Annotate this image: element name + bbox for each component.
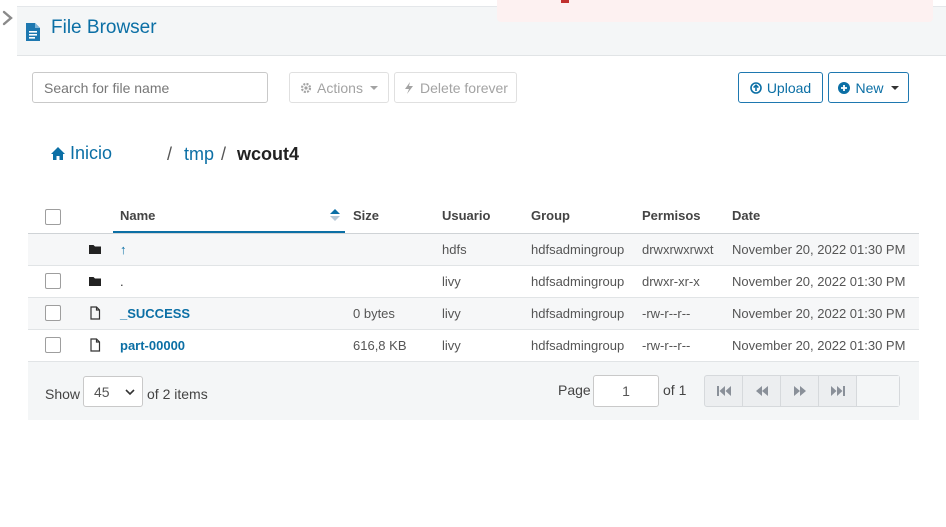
upload-arrow-icon bbox=[750, 81, 762, 94]
expand-chevron-icon[interactable] bbox=[1, 9, 15, 27]
column-date[interactable]: Date bbox=[732, 208, 760, 223]
table-row[interactable]: . livy hdfsadmingroup drwxr-xr-x Novembe… bbox=[28, 266, 919, 298]
upload-button[interactable]: Upload bbox=[738, 72, 823, 103]
previous-page-button[interactable] bbox=[743, 376, 781, 406]
pagination-bar: Show 45 of 2 items Page 1 of 1 bbox=[28, 362, 919, 420]
file-icon bbox=[90, 338, 101, 352]
sort-ascending-icon[interactable] bbox=[330, 209, 340, 221]
page-size-value: 45 bbox=[94, 383, 110, 400]
table-row[interactable]: part-00000 616,8 KB livy hdfsadmingroup … bbox=[28, 330, 919, 362]
column-size[interactable]: Size bbox=[353, 208, 379, 223]
column-permissions[interactable]: Permisos bbox=[642, 208, 701, 223]
column-user[interactable]: Usuario bbox=[442, 208, 490, 223]
file-size: 0 bytes bbox=[353, 306, 395, 321]
column-name[interactable]: Name bbox=[120, 208, 155, 223]
pager-spacer bbox=[857, 376, 899, 406]
page-label: Page bbox=[558, 382, 591, 398]
file-user: livy bbox=[442, 338, 461, 353]
page-number-input[interactable]: 1 bbox=[593, 375, 659, 407]
file-permissions: -rw-r--r-- bbox=[642, 338, 691, 353]
file-date: November 20, 2022 01:30 PM bbox=[732, 306, 906, 321]
file-user: hdfs bbox=[442, 242, 467, 257]
next-page-button[interactable] bbox=[781, 376, 819, 406]
file-size: 616,8 KB bbox=[353, 338, 407, 353]
file-group: hdfsadmingroup bbox=[531, 242, 625, 257]
breadcrumb-home-label: Inicio bbox=[70, 143, 113, 163]
sort-indicator-bar bbox=[113, 231, 345, 233]
delete-forever-label: Delete forever bbox=[420, 79, 508, 96]
items-count: of 2 items bbox=[147, 386, 208, 402]
row-checkbox[interactable] bbox=[45, 273, 61, 289]
select-all-checkbox[interactable] bbox=[45, 209, 61, 225]
breadcrumb-home[interactable]: Inicio bbox=[50, 143, 112, 164]
chevron-down-icon bbox=[890, 85, 899, 90]
file-name-link[interactable]: part-00000 bbox=[120, 338, 185, 353]
pager-buttons bbox=[704, 375, 900, 407]
page-number-value: 1 bbox=[622, 383, 630, 399]
file-date: November 20, 2022 01:30 PM bbox=[732, 242, 906, 257]
file-name-link[interactable]: _SUCCESS bbox=[120, 306, 190, 321]
row-checkbox[interactable] bbox=[45, 305, 61, 321]
file-document-icon bbox=[26, 23, 40, 41]
last-page-button[interactable] bbox=[819, 376, 857, 406]
show-label: Show bbox=[45, 386, 81, 402]
file-name-link[interactable]: . bbox=[120, 274, 124, 289]
page-size-select[interactable]: 45 bbox=[83, 376, 143, 407]
home-icon bbox=[51, 147, 65, 160]
file-icon bbox=[90, 306, 101, 320]
rewind-icon bbox=[755, 386, 768, 396]
actions-button[interactable]: Actions bbox=[289, 72, 389, 103]
chevron-down-icon bbox=[125, 389, 135, 396]
breadcrumb-separator: / bbox=[167, 144, 173, 164]
folder-icon bbox=[89, 245, 101, 254]
first-page-icon bbox=[716, 386, 731, 396]
file-group: hdfsadmingroup bbox=[531, 274, 625, 289]
fast-forward-icon bbox=[793, 386, 806, 396]
file-group: hdfsadmingroup bbox=[531, 306, 625, 321]
file-group: hdfsadmingroup bbox=[531, 338, 625, 353]
breadcrumb-separator: / bbox=[221, 144, 227, 164]
file-name-link[interactable]: ↑ bbox=[120, 242, 127, 257]
file-user: livy bbox=[442, 274, 461, 289]
file-user: livy bbox=[442, 306, 461, 321]
page-count: of 1 bbox=[663, 382, 687, 398]
notification-banner bbox=[497, 0, 933, 22]
column-group[interactable]: Group bbox=[531, 208, 570, 223]
file-table: Name Size Usuario Group Permisos Date ↑ … bbox=[28, 200, 919, 362]
folder-icon bbox=[89, 277, 101, 286]
table-row[interactable]: _SUCCESS 0 bytes livy hdfsadmingroup -rw… bbox=[28, 298, 919, 330]
breadcrumb-folder[interactable]: tmp bbox=[184, 144, 214, 165]
file-date: November 20, 2022 01:30 PM bbox=[732, 338, 906, 353]
gear-icon bbox=[300, 82, 312, 93]
plus-circle-icon bbox=[838, 81, 851, 94]
search-input[interactable] bbox=[32, 72, 268, 103]
table-header: Name Size Usuario Group Permisos Date bbox=[28, 200, 919, 234]
first-page-button[interactable] bbox=[705, 376, 743, 406]
page-title: File Browser bbox=[51, 17, 157, 38]
file-permissions: drwxrwxrwxt bbox=[642, 242, 714, 257]
new-button[interactable]: New bbox=[828, 72, 909, 103]
last-page-icon bbox=[830, 386, 845, 396]
actions-label: Actions bbox=[317, 79, 363, 96]
new-label: New bbox=[855, 79, 884, 96]
bolt-icon bbox=[405, 81, 414, 94]
table-row[interactable]: ↑ hdfs hdfsadmingroup drwxrwxrwxt Novemb… bbox=[28, 234, 919, 266]
breadcrumb-current: wcout4 bbox=[237, 144, 300, 164]
file-permissions: -rw-r--r-- bbox=[642, 306, 691, 321]
delete-forever-button[interactable]: Delete forever bbox=[394, 72, 517, 103]
upload-label: Upload bbox=[766, 79, 812, 96]
file-permissions: drwxr-xr-x bbox=[642, 274, 700, 289]
file-date: November 20, 2022 01:30 PM bbox=[732, 274, 906, 289]
row-checkbox[interactable] bbox=[45, 337, 61, 353]
chevron-down-icon bbox=[369, 85, 378, 90]
